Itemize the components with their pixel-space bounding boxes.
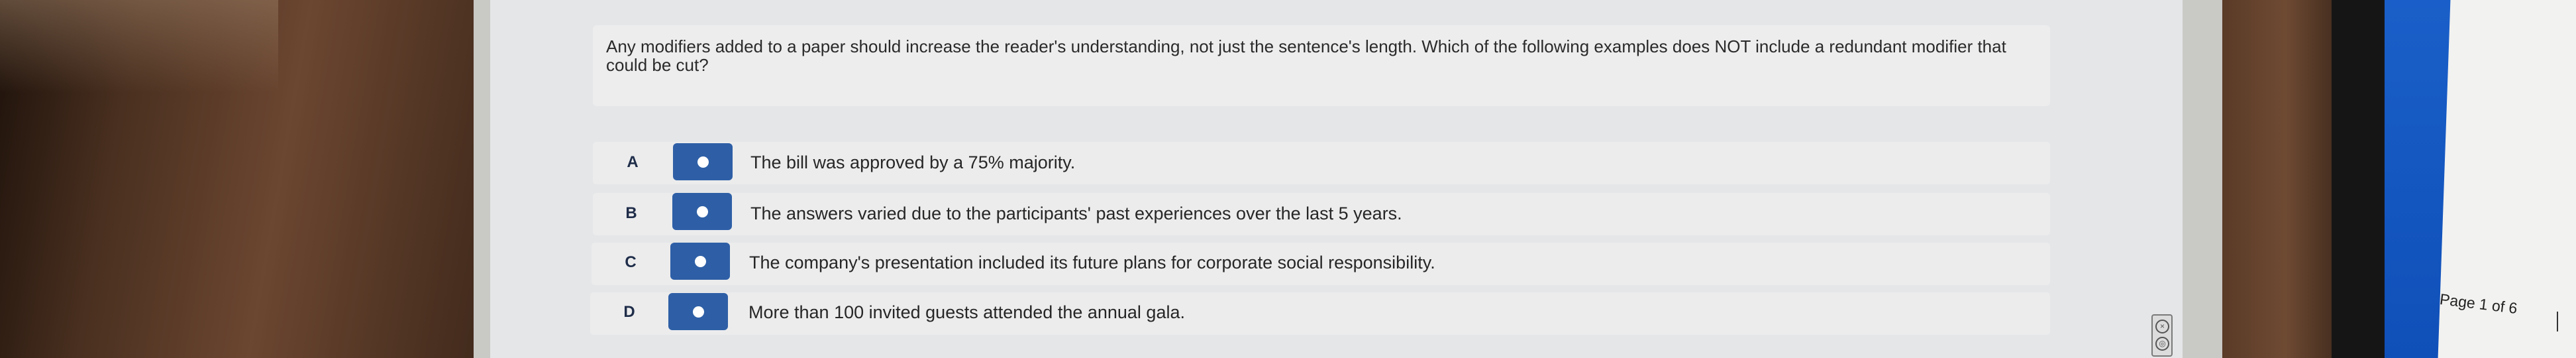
option-letter-c: C <box>625 253 637 271</box>
side-toolbar: × ◎ <box>2151 314 2173 357</box>
option-d-button[interactable] <box>668 293 728 330</box>
option-b-button[interactable] <box>672 193 732 230</box>
document-edge <box>2557 312 2565 331</box>
settings-icon[interactable]: ◎ <box>2155 337 2169 351</box>
question-text: Any modifiers added to a paper should in… <box>606 36 2006 75</box>
radio-dot-icon <box>697 206 708 217</box>
question-panel: Any modifiers added to a paper should in… <box>593 25 2050 106</box>
radio-dot-icon <box>697 156 709 168</box>
radio-dot-icon <box>695 256 706 267</box>
radio-dot-icon <box>693 306 704 318</box>
background-light <box>0 0 278 93</box>
option-a-button[interactable] <box>673 143 733 180</box>
close-icon[interactable]: × <box>2155 320 2169 333</box>
option-text-d: More than 100 invited guests attended th… <box>748 302 1185 322</box>
option-letter-b: B <box>625 204 637 222</box>
background-wall-right <box>2222 0 2348 358</box>
option-c-button[interactable] <box>670 243 730 280</box>
option-text-b: The answers varied due to the participan… <box>750 204 1402 223</box>
option-text-c: The company's presentation included its … <box>749 253 1435 272</box>
option-letter-a: A <box>627 153 639 171</box>
option-letter-d: D <box>623 303 635 321</box>
option-text-a: The bill was approved by a 75% majority. <box>750 152 1076 172</box>
